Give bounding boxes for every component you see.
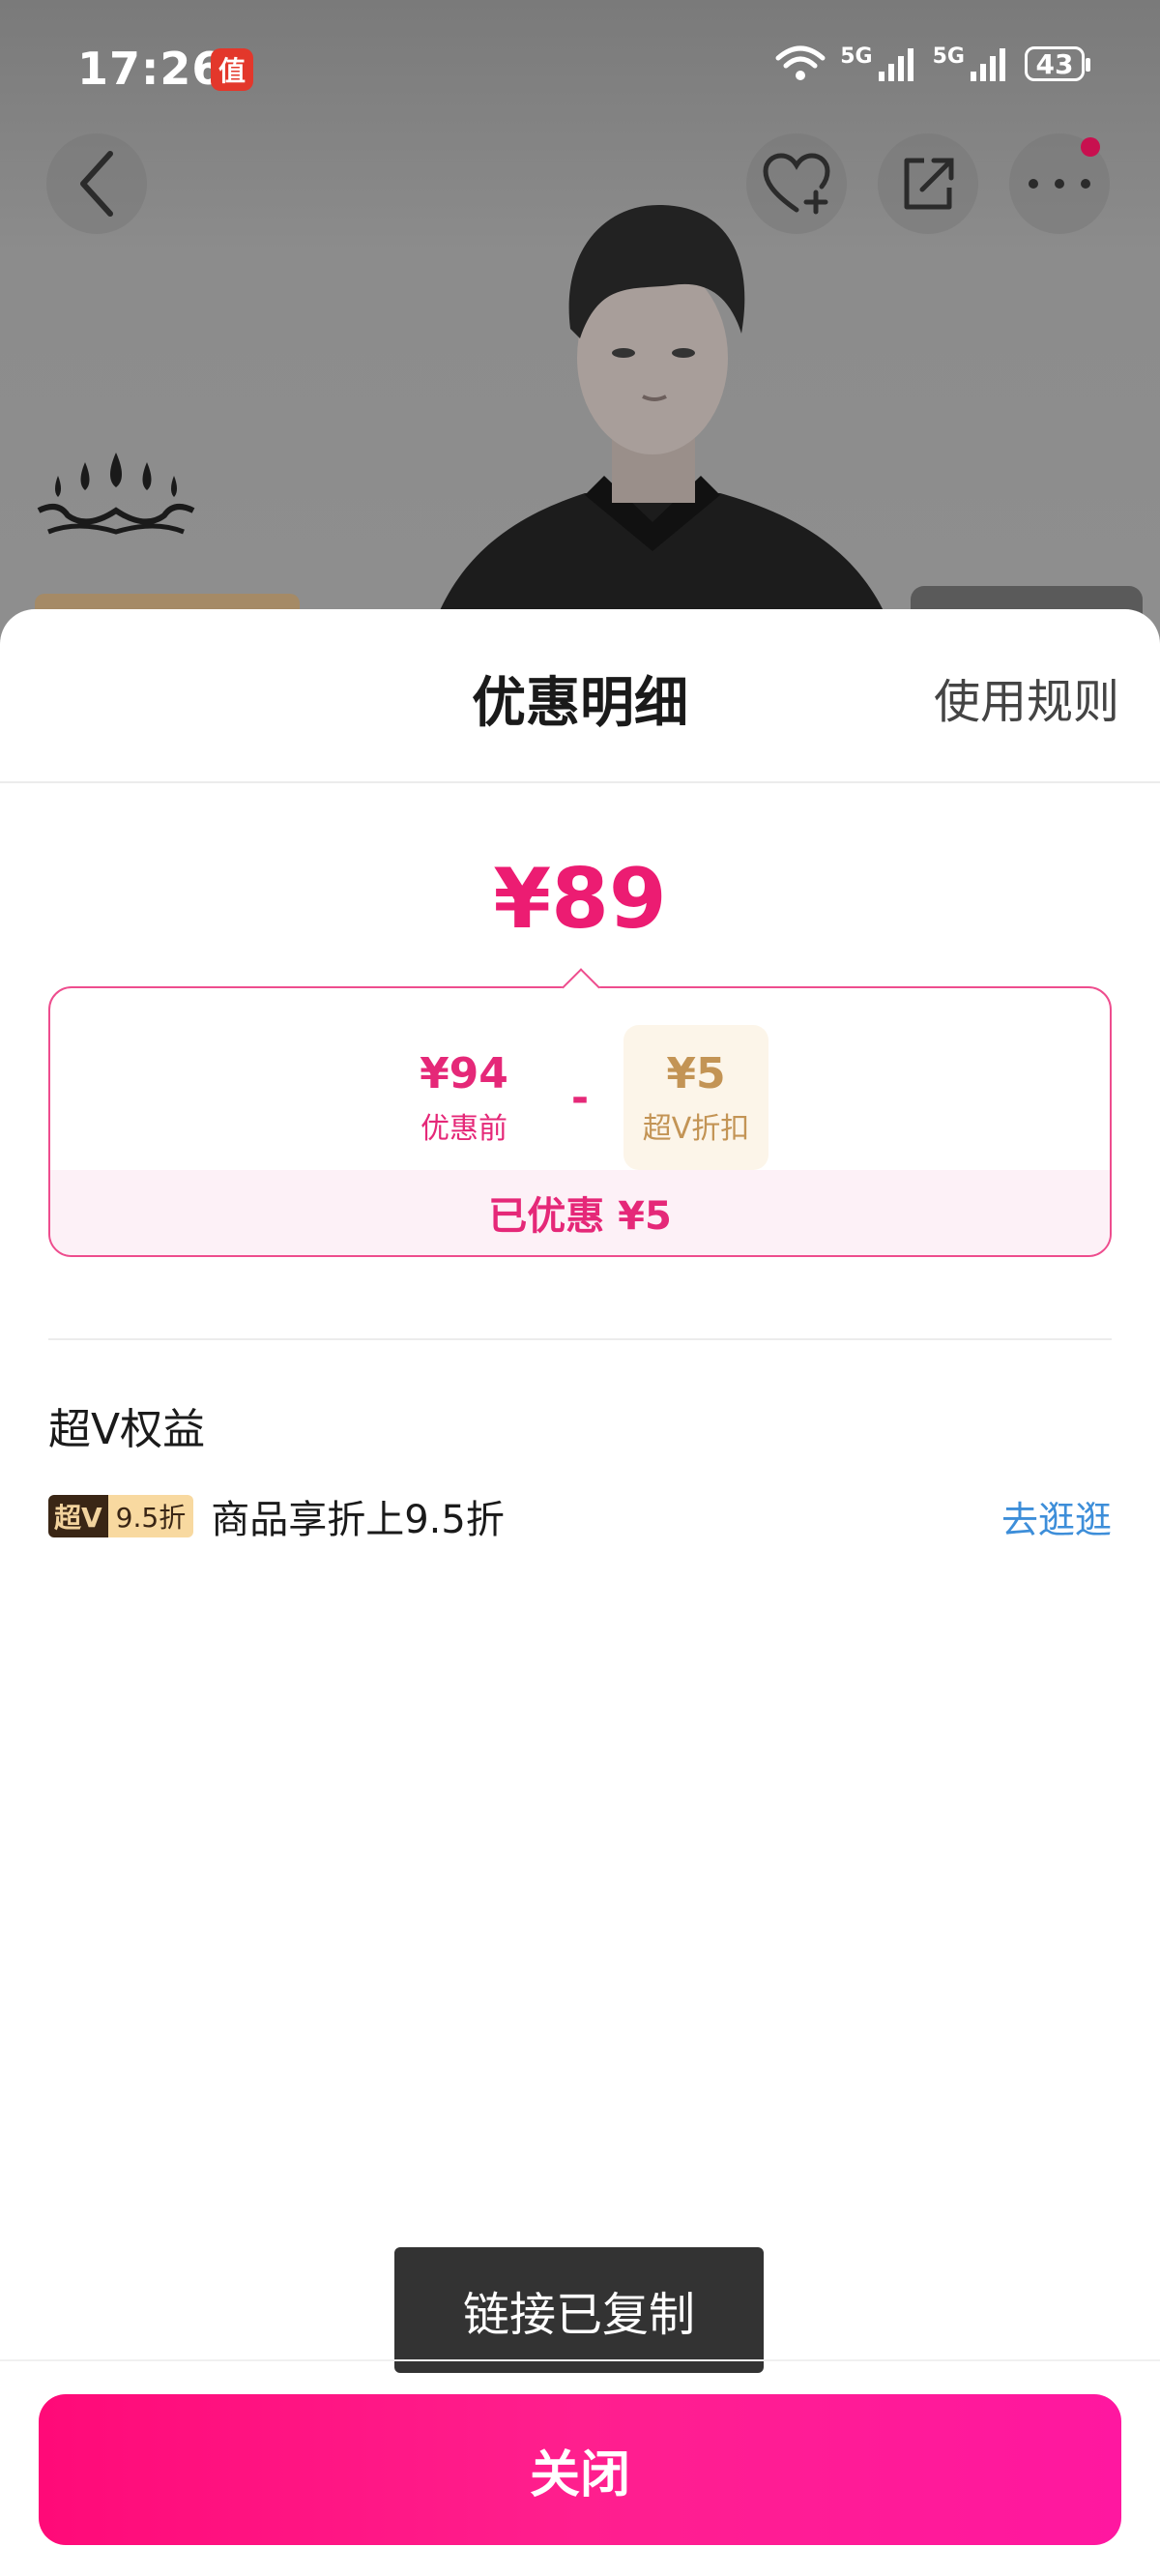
footer-divider	[0, 2359, 1160, 2361]
status-bar: 17:26 值 5G 5G 43	[0, 0, 1160, 135]
usage-rules-link[interactable]: 使用规则	[934, 663, 1119, 731]
original-price-label: 优惠前	[420, 1111, 508, 1146]
status-indicators: 5G 5G 43	[774, 44, 1090, 83]
share-icon	[904, 158, 954, 210]
vip-discount-item: ¥5 超V折扣	[624, 1025, 768, 1170]
favorite-button[interactable]	[746, 133, 847, 234]
final-price: ¥89	[493, 851, 667, 948]
battery-icon: 43	[1025, 46, 1090, 81]
battery-level: 43	[1035, 47, 1074, 80]
status-time: 17:26	[77, 43, 224, 95]
app-notification-icon: 值	[211, 48, 253, 91]
more-button[interactable]	[1009, 133, 1110, 234]
vip-tag-rate: 9.5折	[107, 1495, 194, 1537]
wifi-icon	[775, 45, 826, 80]
vip-discount-label: 超V折扣	[642, 1111, 750, 1146]
minus-operator: -	[570, 1072, 590, 1123]
product-model-image	[429, 204, 895, 638]
signal-2-icon	[971, 48, 1005, 81]
benefit-row: 超V 9.5折 商品享折上9.5折 去逛逛	[48, 1490, 1112, 1543]
vip-tag-label: 超V	[48, 1495, 108, 1537]
original-price-item: ¥94 优惠前	[392, 1025, 536, 1170]
brand-logo-icon	[37, 453, 195, 535]
saved-amount-text: 已优惠 ¥5	[488, 1194, 672, 1239]
signal-1-type: 5G	[840, 44, 873, 69]
toast-message: 链接已复制	[394, 2247, 764, 2373]
signal-1-icon	[878, 48, 914, 81]
vip-discount-tag: 超V 9.5折	[48, 1495, 194, 1537]
breakdown-row: ¥94 优惠前 - ¥5 超V折扣	[50, 1025, 1110, 1170]
favorite-add-icon	[763, 153, 830, 215]
close-button[interactable]: 关闭	[39, 2394, 1121, 2545]
price-breakdown-box: ¥94 优惠前 - ¥5 超V折扣 已优惠 ¥5	[48, 968, 1112, 1257]
breakdown-pointer	[562, 968, 600, 1007]
share-button[interactable]	[878, 133, 978, 234]
sheet-header: 优惠明细 使用规则	[0, 609, 1160, 783]
section-divider	[48, 1338, 1112, 1340]
saved-amount-bar: 已优惠 ¥5	[50, 1170, 1110, 1255]
benefit-description: 商品享折上9.5折	[211, 1498, 505, 1542]
back-button[interactable]	[46, 133, 147, 234]
browse-link[interactable]: 去逛逛	[1001, 1490, 1112, 1543]
vip-discount-value: ¥5	[666, 1048, 726, 1098]
more-icon	[1029, 179, 1090, 189]
original-price-value: ¥94	[420, 1048, 508, 1098]
back-icon	[80, 151, 113, 217]
signal-2-type: 5G	[932, 44, 965, 69]
notification-dot	[1081, 137, 1100, 157]
vip-benefits-title: 超V权益	[48, 1405, 206, 1454]
